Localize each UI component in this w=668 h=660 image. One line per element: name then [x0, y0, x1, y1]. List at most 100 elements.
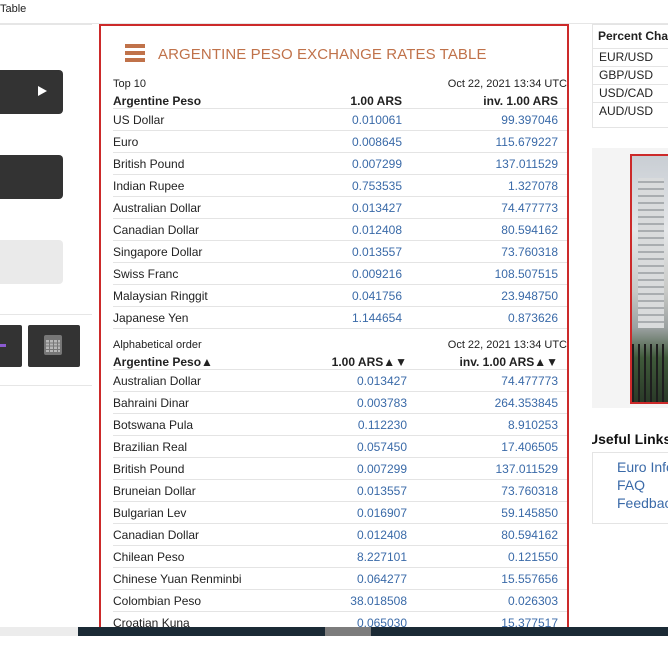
horizontal-scrollbar[interactable]: [0, 627, 668, 636]
dark-button[interactable]: [0, 155, 63, 199]
rate-link[interactable]: 0.012408: [352, 223, 402, 237]
table-caption: Alphabetical order Oct 22, 2021 13:34 UT…: [113, 339, 567, 353]
percent-change-box: Percent Cha EUR/USD GBP/USD USD/CAD AUD/USD: [592, 24, 668, 128]
table-row: Bahraini Dinar 0.003783 264.353845: [113, 392, 567, 414]
currency-name: Australian Dollar: [113, 201, 202, 215]
inverse-rate-link[interactable]: 1.327078: [508, 179, 558, 193]
rate-link[interactable]: 0.013427: [352, 201, 402, 215]
sort-rate-button[interactable]: 1.00 ARS▲▼: [332, 355, 407, 369]
inverse-rate-link[interactable]: 264.353845: [495, 396, 558, 410]
scroll-thumb[interactable]: [325, 627, 371, 636]
app-button[interactable]: [0, 325, 22, 367]
inverse-rate-link[interactable]: 115.679227: [495, 135, 558, 149]
alphabetical-table: Alphabetical order Oct 22, 2021 13:34 UT…: [113, 339, 567, 633]
currency-name: Bruneian Dollar: [113, 484, 196, 498]
currency-name: British Pound: [113, 157, 185, 171]
currency-name: Bulgarian Lev: [113, 506, 187, 520]
useful-links-box: Euro Info FAQ Feedback: [592, 452, 668, 524]
inverse-rate-link[interactable]: 74.477773: [501, 374, 558, 388]
inverse-rate-link[interactable]: 73.760318: [501, 484, 558, 498]
inverse-rate-link[interactable]: 137.011529: [495, 157, 558, 171]
currency-pair-link[interactable]: EUR/USD: [599, 50, 653, 64]
currency-name: Bahraini Dinar: [113, 396, 190, 410]
percent-change-title: Percent Cha: [598, 29, 668, 43]
inverse-rate-link[interactable]: 73.760318: [501, 245, 558, 259]
rate-link[interactable]: 0.057450: [357, 440, 407, 454]
useful-link[interactable]: Euro Info: [617, 459, 668, 475]
scroll-track: [78, 627, 668, 636]
light-button[interactable]: [0, 240, 63, 284]
currency-name: Swiss Franc: [113, 267, 179, 281]
sort-currency-button[interactable]: Argentine Peso▲: [113, 355, 213, 369]
inverse-rate-link[interactable]: 108.507515: [495, 267, 558, 281]
divider: [593, 66, 668, 67]
inverse-rate-link[interactable]: 8.910253: [508, 418, 558, 432]
table-row: Singapore Dollar 0.013557 73.760318: [113, 241, 567, 263]
currency-pair-link[interactable]: USD/CAD: [599, 86, 653, 100]
rate-link[interactable]: 0.016907: [357, 506, 407, 520]
inverse-rate-link[interactable]: 59.145850: [501, 506, 558, 520]
rate-link[interactable]: 0.007299: [352, 157, 402, 171]
table-header: Argentine Peso▲ 1.00 ARS▲▼ inv. 1.00 ARS…: [113, 353, 567, 370]
rate-link[interactable]: 1.144654: [352, 311, 402, 325]
table-row: Bulgarian Lev 0.016907 59.145850: [113, 502, 567, 524]
rate-link[interactable]: 0.010061: [352, 113, 402, 127]
rate-link[interactable]: 0.003783: [357, 396, 407, 410]
sort-inverse-button[interactable]: inv. 1.00 ARS▲▼: [460, 355, 558, 369]
table-row: Botswana Pula 0.112230 8.910253: [113, 414, 567, 436]
divider: [593, 84, 668, 85]
top-bar: Table: [0, 0, 668, 24]
currency-name: Botswana Pula: [113, 418, 194, 432]
rate-link[interactable]: 0.041756: [352, 289, 402, 303]
inverse-rate-link[interactable]: 17.406505: [501, 440, 558, 454]
currency-name: US Dollar: [113, 113, 165, 127]
play-button[interactable]: [0, 70, 63, 114]
currency-name: Chilean Peso: [113, 550, 185, 564]
inverse-rate-link[interactable]: 23.948750: [501, 289, 558, 303]
currency-pair-link[interactable]: AUD/USD: [599, 104, 653, 118]
currency-pair-link[interactable]: GBP/USD: [599, 68, 653, 82]
inverse-rate-link[interactable]: 80.594162: [501, 223, 558, 237]
rate-link[interactable]: 8.227101: [357, 550, 407, 564]
timestamp: Oct 22, 2021 13:34 UTC: [447, 78, 567, 90]
building-photo[interactable]: [630, 154, 668, 404]
inverse-rate-link[interactable]: 137.011529: [495, 462, 558, 476]
calendar-button[interactable]: [28, 325, 80, 367]
rate-link[interactable]: 0.112230: [358, 418, 407, 432]
exchange-rates-panel: ARGENTINE PESO EXCHANGE RATES TABLE Top …: [99, 24, 569, 635]
useful-link[interactable]: Feedback: [617, 495, 668, 511]
inverse-rate-link[interactable]: 15.557656: [501, 572, 558, 586]
rate-link[interactable]: 0.009216: [352, 267, 402, 281]
rate-link[interactable]: 0.007299: [357, 462, 407, 476]
left-column: [0, 24, 92, 634]
inverse-rate-link[interactable]: 74.477773: [501, 201, 558, 215]
inverse-rate-link[interactable]: 99.397046: [501, 113, 558, 127]
rate-link[interactable]: 0.013557: [357, 484, 407, 498]
divider: [593, 102, 668, 103]
page-tab-title: Table: [0, 3, 27, 15]
table-row: Colombian Peso 38.018508 0.026303: [113, 590, 567, 612]
rate-link[interactable]: 0.008645: [352, 135, 402, 149]
useful-link[interactable]: FAQ: [617, 477, 645, 493]
currency-name: Malaysian Ringgit: [113, 289, 208, 303]
useful-links-title: Useful Links: [592, 431, 668, 447]
rate-link[interactable]: 0.013557: [352, 245, 402, 259]
rate-link[interactable]: 0.064277: [357, 572, 407, 586]
divider: [0, 385, 92, 386]
currency-name: Australian Dollar: [113, 374, 202, 388]
inverse-rate-link[interactable]: 0.121550: [508, 550, 558, 564]
table-row: Canadian Dollar 0.012408 80.594162: [113, 219, 567, 241]
rate-link[interactable]: 38.018508: [350, 594, 407, 608]
table-row: British Pound 0.007299 137.011529: [113, 458, 567, 480]
table-row: Chilean Peso 8.227101 0.121550: [113, 546, 567, 568]
currency-name: Singapore Dollar: [113, 245, 203, 259]
rate-link[interactable]: 0.013427: [357, 374, 407, 388]
table-label: Alphabetical order: [113, 339, 202, 351]
currency-name: Colombian Peso: [113, 594, 202, 608]
rate-link[interactable]: 0.012408: [357, 528, 407, 542]
inverse-rate-link[interactable]: 0.026303: [508, 594, 558, 608]
rate-link[interactable]: 0.753535: [352, 179, 402, 193]
inverse-rate-link[interactable]: 0.873626: [508, 311, 558, 325]
currency-name: Japanese Yen: [113, 311, 189, 325]
inverse-rate-link[interactable]: 80.594162: [501, 528, 558, 542]
